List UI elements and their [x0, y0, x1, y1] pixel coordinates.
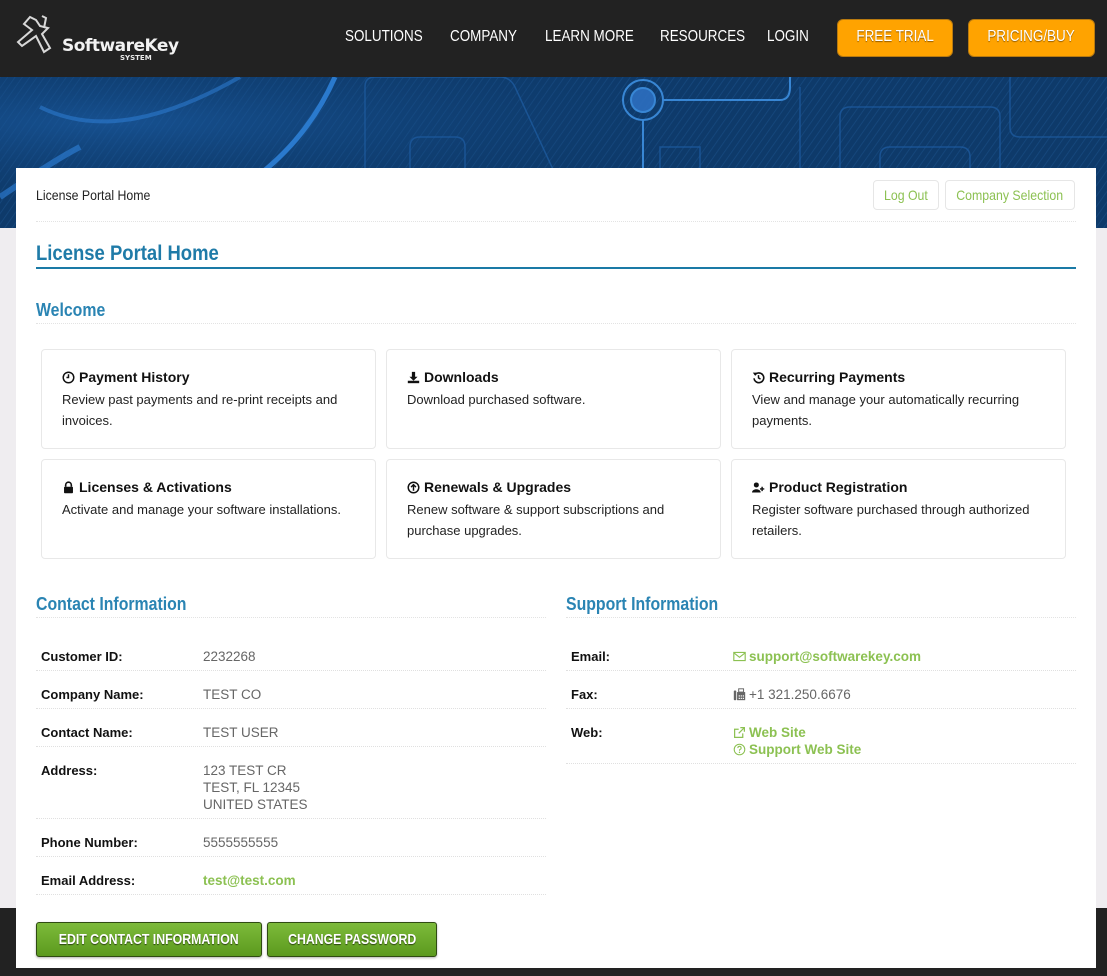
logout-button[interactable]: Log Out [873, 180, 939, 210]
card-product-registration[interactable]: Product Registration Register software p… [731, 459, 1066, 559]
logo-subtext: SYSTEM [120, 54, 152, 62]
card-recurring-payments[interactable]: Recurring Payments View and manage your … [731, 349, 1066, 449]
contact-row-customer-id: Customer ID: 2232268 [36, 644, 546, 671]
divider [36, 323, 1076, 324]
contact-row-contact-name: Contact Name: TEST USER [36, 709, 546, 747]
question-circle-icon [733, 743, 746, 756]
envelope-icon [733, 651, 746, 662]
user-plus-icon [752, 481, 765, 493]
free-trial-button[interactable]: FREE TRIAL [837, 19, 953, 57]
card-title[interactable]: Recurring Payments [769, 369, 905, 385]
phone-value: 5555555555 [203, 835, 279, 850]
card-title[interactable]: Product Registration [769, 479, 907, 495]
pricing-buy-button[interactable]: PRICING/BUY [968, 19, 1095, 57]
card-title[interactable]: Payment History [79, 369, 189, 385]
history-icon [752, 371, 765, 383]
card-payment-history[interactable]: Payment History Review past payments and… [41, 349, 376, 449]
clock-icon [62, 370, 75, 384]
change-password-button[interactable]: CHANGE PASSWORD [267, 922, 437, 957]
contact-info-heading: Contact Information [36, 594, 187, 614]
contact-name-value: TEST USER [203, 725, 279, 740]
support-email-link[interactable]: support@softwarekey.com [733, 648, 921, 665]
main-content: License Portal Home Log Out Company Sele… [16, 168, 1096, 968]
card-description: View and manage your automatically recur… [752, 392, 1020, 428]
card-title[interactable]: Renewals & Upgrades [424, 479, 571, 495]
card-licenses-activations[interactable]: Licenses & Activations Activate and mana… [41, 459, 376, 559]
card-title[interactable]: Downloads [424, 369, 499, 385]
contact-email-link[interactable]: test@test.com [203, 872, 296, 889]
divider [36, 221, 1076, 222]
divider [566, 617, 1076, 618]
nav-resources[interactable]: RESOURCES [660, 28, 745, 46]
card-renewals-upgrades[interactable]: Renewals & Upgrades Renew software & sup… [386, 459, 721, 559]
breadcrumb[interactable]: License Portal Home [36, 187, 150, 203]
web-site-link[interactable]: Web Site [733, 724, 861, 741]
title-underline [36, 267, 1076, 269]
card-description: Activate and manage your software instal… [62, 502, 341, 517]
support-row-email: Email: support@softwarekey.com [566, 644, 1076, 671]
card-downloads[interactable]: Downloads Download purchased software. [386, 349, 721, 449]
support-row-fax: Fax: +1 321.250.6676 [566, 671, 1076, 709]
contact-row-company-name: Company Name: TEST CO [36, 671, 546, 709]
logo-mark-icon [16, 15, 52, 54]
nav-learn-more[interactable]: LEARN MORE [545, 28, 634, 46]
card-title[interactable]: Licenses & Activations [79, 479, 232, 495]
top-navbar: SoftwareKey SYSTEM SOLUTIONS COMPANY LEA… [0, 0, 1107, 77]
address-value: 123 TEST CR TEST, FL 12345 UNITED STATES [203, 763, 308, 812]
fax-icon [733, 688, 746, 701]
external-link-icon [734, 727, 745, 738]
fax-value: +1 321.250.6676 [749, 687, 851, 702]
card-description: Review past payments and re-print receip… [62, 392, 338, 428]
contact-row-phone: Phone Number: 5555555555 [36, 819, 546, 857]
contact-row-address: Address: 123 TEST CR TEST, FL 12345 UNIT… [36, 747, 546, 819]
edit-contact-information-button[interactable]: EDIT CONTACT INFORMATION [36, 922, 262, 957]
support-info-heading: Support Information [566, 594, 719, 614]
customer-id-value: 2232268 [203, 649, 256, 664]
divider [36, 617, 546, 618]
nav-solutions[interactable]: SOLUTIONS [345, 28, 423, 46]
company-selection-button[interactable]: Company Selection [945, 180, 1075, 210]
contact-row-email: Email Address: test@test.com [36, 857, 546, 895]
nav-login[interactable]: LOGIN [767, 28, 809, 46]
arrow-circle-up-icon [407, 480, 420, 494]
softwarekey-logo[interactable]: SoftwareKey SYSTEM [16, 14, 179, 64]
lock-icon [64, 480, 73, 493]
logo-text: SoftwareKey [62, 36, 179, 56]
card-description: Register software purchased through auth… [752, 502, 1030, 538]
card-description: Download purchased software. [407, 392, 586, 407]
nav-company[interactable]: COMPANY [450, 28, 517, 46]
page-title: License Portal Home [36, 242, 219, 265]
support-row-web: Web: Web Site Support Web Site [566, 709, 1076, 764]
support-web-site-link[interactable]: Support Web Site [733, 741, 861, 758]
welcome-heading: Welcome [36, 300, 106, 320]
company-name-value: TEST CO [203, 687, 262, 702]
download-icon [407, 371, 420, 383]
card-description: Renew software & support subscriptions a… [407, 502, 665, 538]
